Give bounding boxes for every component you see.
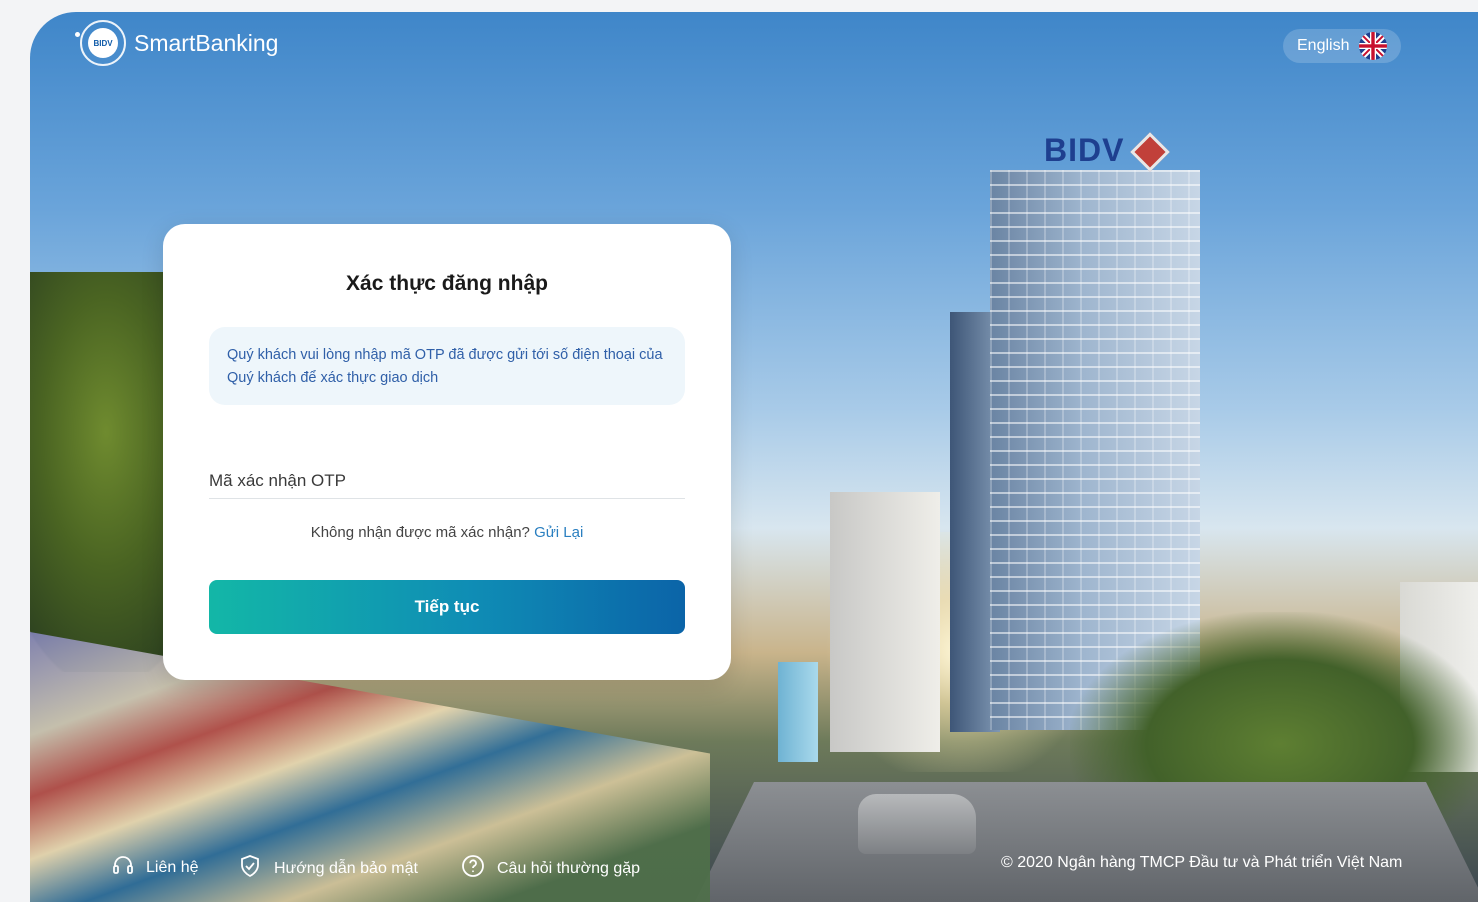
logo-badge: BIDV: [88, 28, 118, 58]
footer: Liên hệ Hướng dẫn bảo mật Câu hỏi thường…: [0, 838, 1478, 887]
footer-link-security[interactable]: Hướng dẫn bảo mật: [238, 854, 418, 883]
language-switcher[interactable]: English: [1283, 29, 1402, 63]
card-title: Xác thực đăng nhập: [346, 272, 548, 295]
headset-icon: [112, 854, 134, 881]
resend-prompt: Không nhận được mã xác nhận?: [310, 524, 530, 541]
building-mid: [830, 492, 940, 752]
building-small: [778, 662, 818, 762]
footer-link-label: Liên hệ: [146, 858, 199, 876]
resend-row: Không nhận được mã xác nhận? Gửi Lại: [163, 524, 731, 541]
footer-link-faq[interactable]: Câu hỏi thường gặp: [461, 854, 640, 883]
smartbanking-logo[interactable]: BIDV SmartBanking: [75, 20, 279, 66]
logo-dot: [75, 32, 80, 37]
footer-link-contact[interactable]: Liên hệ: [112, 854, 199, 881]
language-label: English: [1297, 37, 1350, 54]
footer-link-label: Hướng dẫn bảo mật: [274, 859, 418, 877]
shield-check-icon: [238, 854, 262, 883]
otp-verification-card: Xác thực đăng nhập Quý khách vui lòng nh…: [163, 224, 731, 680]
bidv-diamond-logo: [1130, 132, 1170, 172]
help-circle-icon: [461, 854, 485, 883]
uk-flag-icon: [1359, 32, 1388, 60]
resend-link[interactable]: Gửi Lại: [534, 524, 583, 541]
bidv-logo-icon: BIDV: [75, 20, 126, 66]
otp-notice: Quý khách vui lòng nhập mã OTP đã được g…: [209, 327, 685, 405]
otp-input[interactable]: [209, 464, 685, 499]
bidv-sign: BIDV: [1044, 132, 1125, 168]
copyright-text: © 2020 Ngân hàng TMCP Đầu tư và Phát tri…: [1001, 854, 1403, 871]
continue-button[interactable]: Tiếp tục: [209, 580, 685, 634]
logo-text: SmartBanking: [134, 29, 279, 56]
footer-link-label: Câu hỏi thường gặp: [497, 859, 641, 877]
